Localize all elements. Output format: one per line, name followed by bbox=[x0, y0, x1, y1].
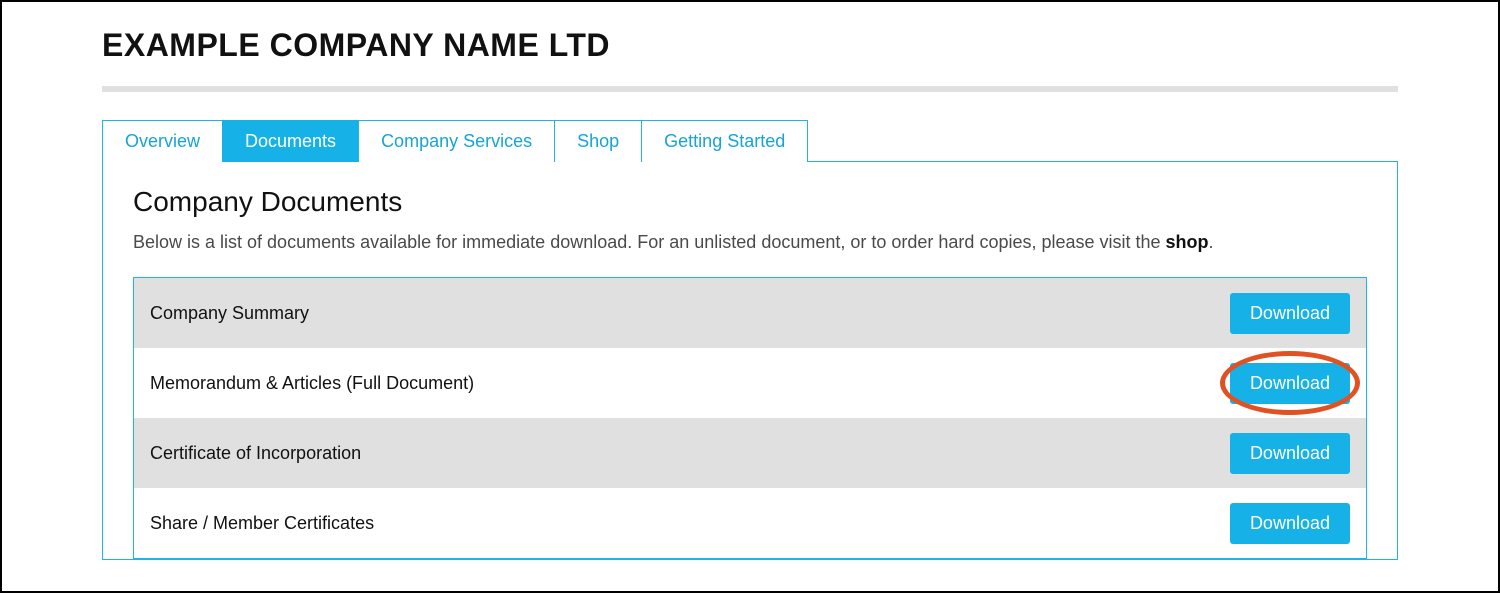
download-wrap: Download bbox=[1230, 503, 1350, 544]
documents-panel: Company Documents Below is a list of doc… bbox=[102, 161, 1398, 560]
documents-table: Company Summary Download Memorandum & Ar… bbox=[133, 277, 1367, 559]
table-row: Share / Member Certificates Download bbox=[134, 488, 1366, 558]
download-button[interactable]: Download bbox=[1230, 433, 1350, 474]
tab-company-services[interactable]: Company Services bbox=[358, 120, 555, 162]
tab-overview[interactable]: Overview bbox=[102, 120, 223, 162]
divider bbox=[102, 86, 1398, 92]
company-title: EXAMPLE COMPANY NAME LTD bbox=[102, 27, 1398, 64]
tab-shop[interactable]: Shop bbox=[554, 120, 642, 162]
shop-link[interactable]: shop bbox=[1166, 232, 1209, 252]
panel-desc-prefix: Below is a list of documents available f… bbox=[133, 232, 1166, 252]
panel-desc-suffix: . bbox=[1209, 232, 1214, 252]
document-name: Company Summary bbox=[150, 303, 309, 324]
panel-description: Below is a list of documents available f… bbox=[133, 232, 1367, 253]
download-button[interactable]: Download bbox=[1230, 363, 1350, 404]
download-wrap: Download bbox=[1230, 433, 1350, 474]
download-button[interactable]: Download bbox=[1230, 503, 1350, 544]
document-name: Memorandum & Articles (Full Document) bbox=[150, 373, 474, 394]
download-button[interactable]: Download bbox=[1230, 293, 1350, 334]
table-row: Memorandum & Articles (Full Document) Do… bbox=[134, 348, 1366, 418]
tabs-row: Overview Documents Company Services Shop… bbox=[102, 120, 1398, 162]
download-wrap: Download bbox=[1230, 363, 1350, 404]
table-row: Company Summary Download bbox=[134, 278, 1366, 348]
download-wrap: Download bbox=[1230, 293, 1350, 334]
tab-documents[interactable]: Documents bbox=[222, 120, 359, 162]
document-name: Share / Member Certificates bbox=[150, 513, 374, 534]
tab-getting-started[interactable]: Getting Started bbox=[641, 120, 808, 162]
document-name: Certificate of Incorporation bbox=[150, 443, 361, 464]
table-row: Certificate of Incorporation Download bbox=[134, 418, 1366, 488]
panel-title: Company Documents bbox=[133, 186, 1367, 218]
